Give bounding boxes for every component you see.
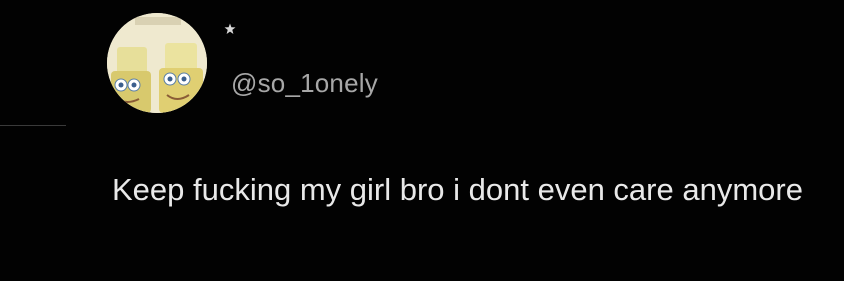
post-card: @so_1onely Keep fucking my girl bro i do… — [0, 0, 844, 281]
avatar-image — [107, 13, 207, 113]
avatar[interactable] — [107, 13, 207, 113]
post-text: Keep fucking my girl bro i dont even car… — [112, 172, 803, 207]
divider — [0, 125, 66, 126]
user-handle[interactable]: @so_1onely — [231, 66, 378, 100]
star-icon — [224, 23, 236, 34]
